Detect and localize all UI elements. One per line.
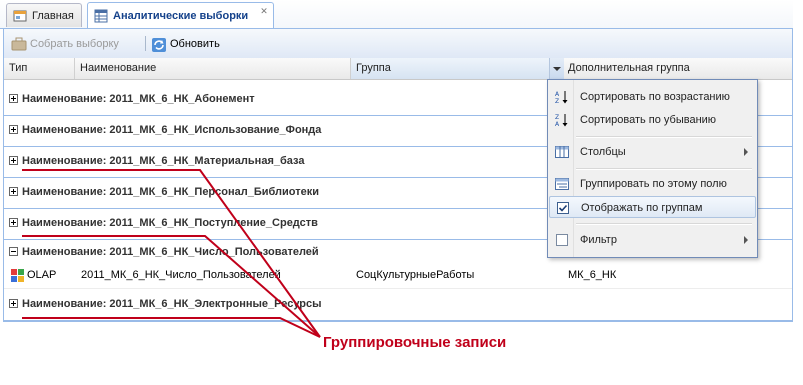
annotation-line [22, 317, 321, 338]
annotation-line [22, 169, 321, 338]
annotation-line [22, 235, 321, 338]
annotation-arrows [22, 169, 321, 338]
annotation-label: Группировочные записи [323, 334, 507, 351]
